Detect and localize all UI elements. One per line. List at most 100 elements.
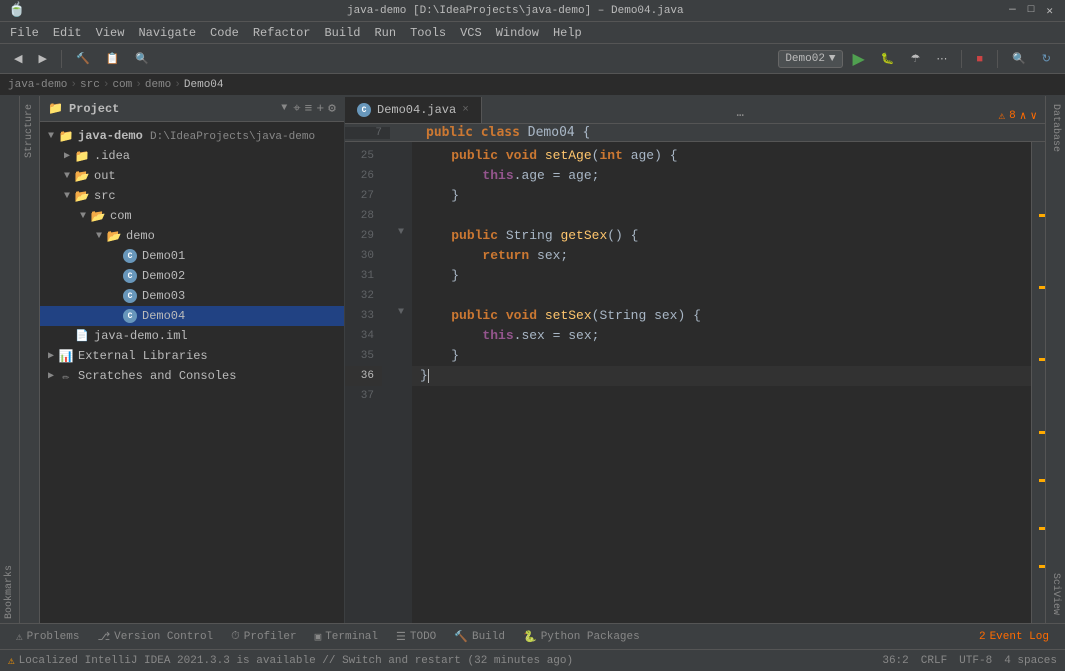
- warnings-badge[interactable]: ⚠ 8 ∧ ∨: [999, 109, 1037, 123]
- version-control-tab[interactable]: ⎇ Version Control: [89, 628, 221, 646]
- minimize-button[interactable]: —: [1005, 4, 1020, 18]
- code-area[interactable]: public void setAge(int age) { this.age =…: [412, 142, 1031, 623]
- sciview-tab[interactable]: SciView: [1048, 569, 1063, 619]
- new-file-icon[interactable]: +: [316, 101, 324, 116]
- collapse-all-icon[interactable]: ≡: [305, 101, 313, 116]
- ext-lib-icon: 📊: [58, 349, 74, 364]
- tree-demo[interactable]: ▼ 📂 demo: [40, 226, 344, 246]
- indent[interactable]: 4 spaces: [1004, 655, 1057, 667]
- python-packages-tab[interactable]: 🐍 Python Packages: [515, 628, 648, 646]
- menu-refactor[interactable]: Refactor: [247, 24, 317, 42]
- breadcrumb-project[interactable]: java-demo: [8, 79, 67, 91]
- src-expand-arrow: ▼: [60, 191, 74, 202]
- toolbar-separator-2: [961, 50, 962, 68]
- event-log-tab[interactable]: 2 Event Log: [971, 629, 1057, 645]
- problems-label: Problems: [27, 631, 80, 643]
- tree-idea[interactable]: ▶ 📁 .idea: [40, 146, 344, 166]
- project-dropdown-arrow[interactable]: ▼: [281, 103, 287, 114]
- line-ending[interactable]: CRLF: [921, 655, 947, 667]
- root-name: java-demo D:\IdeaProjects\java-demo: [78, 129, 315, 143]
- run-button[interactable]: ▶: [847, 48, 871, 70]
- run-with-coverage[interactable]: ☂: [905, 48, 927, 70]
- idea-folder-name: .idea: [94, 149, 130, 163]
- iml-file-icon: 📄: [74, 329, 90, 343]
- status-message[interactable]: Localized IntelliJ IDEA 2021.3.3 is avai…: [19, 655, 574, 667]
- cursor-position[interactable]: 36:2: [882, 655, 908, 667]
- root-expand-arrow: ▼: [44, 131, 58, 142]
- menu-code[interactable]: Code: [204, 24, 245, 42]
- tree-scratches[interactable]: ▶ ✏ Scratches and Consoles: [40, 366, 344, 386]
- menu-run[interactable]: Run: [368, 24, 402, 42]
- tab-options-icon[interactable]: ⋯: [737, 108, 744, 123]
- gutter-31: [390, 262, 412, 282]
- scroll-to-source-icon[interactable]: ⌖: [293, 101, 300, 116]
- tree-out[interactable]: ▼ 📂 out: [40, 166, 344, 186]
- more-run-options[interactable]: ⋯: [930, 48, 953, 70]
- tree-demo03[interactable]: C Demo03: [40, 286, 344, 306]
- linenum-31: 31: [345, 266, 382, 286]
- menu-vcs[interactable]: VCS: [454, 24, 488, 42]
- problems-tab[interactable]: ⚠ Problems: [8, 628, 87, 646]
- debug-button[interactable]: 🐛: [875, 48, 901, 70]
- demo02-java-icon: C: [122, 269, 138, 283]
- update-button[interactable]: ↻: [1036, 48, 1057, 70]
- forward-button[interactable]: ▶: [32, 48, 52, 70]
- menu-build[interactable]: Build: [318, 24, 366, 42]
- tree-iml[interactable]: 📄 java-demo.iml: [40, 326, 344, 346]
- maximize-button[interactable]: □: [1024, 4, 1039, 18]
- build-button[interactable]: 🔨: [70, 48, 96, 70]
- scroll-mark-6: [1039, 527, 1045, 530]
- recent-files-button[interactable]: 📋: [100, 48, 126, 70]
- bottom-right: 2 Event Log: [971, 629, 1057, 645]
- build-tab[interactable]: 🔨 Build: [446, 628, 513, 646]
- breadcrumb-com[interactable]: com: [112, 79, 132, 91]
- code-line-28: [412, 206, 1031, 226]
- database-tab[interactable]: Database: [1048, 100, 1063, 156]
- tab-close-button[interactable]: ×: [462, 104, 469, 116]
- tab-file-icon: C: [357, 103, 371, 117]
- terminal-tab[interactable]: ▣ Terminal: [307, 628, 386, 646]
- run-configuration[interactable]: Demo02 ▼: [778, 50, 842, 68]
- tree-demo04[interactable]: C Demo04: [40, 306, 344, 326]
- back-button[interactable]: ◀: [8, 48, 28, 70]
- menu-view[interactable]: View: [90, 24, 131, 42]
- tree-com[interactable]: ▼ 📂 com: [40, 206, 344, 226]
- menu-file[interactable]: File: [4, 24, 45, 42]
- encoding[interactable]: UTF-8: [959, 655, 992, 667]
- menu-help[interactable]: Help: [547, 24, 588, 42]
- tree-demo01[interactable]: C Demo01: [40, 246, 344, 266]
- structure-tab[interactable]: Structure: [22, 100, 37, 162]
- close-button[interactable]: ✕: [1042, 4, 1057, 18]
- tree-src[interactable]: ▼ 📂 src: [40, 186, 344, 206]
- bookmarks-label[interactable]: Bookmarks: [4, 565, 15, 619]
- demo01-java-icon: C: [122, 249, 138, 263]
- menu-edit[interactable]: Edit: [47, 24, 88, 42]
- menu-window[interactable]: Window: [490, 24, 545, 42]
- build-label: Build: [472, 631, 505, 643]
- breadcrumb-src[interactable]: src: [80, 79, 100, 91]
- tree-root[interactable]: ▼ 📁 java-demo D:\IdeaProjects\java-demo: [40, 126, 344, 146]
- settings-icon[interactable]: ⚙: [328, 101, 336, 116]
- find-button[interactable]: 🔍: [1006, 48, 1032, 70]
- menu-tools[interactable]: Tools: [404, 24, 452, 42]
- editor-scrollbar[interactable]: [1031, 142, 1045, 623]
- breadcrumb-demo[interactable]: demo: [145, 79, 171, 91]
- linenum-35: 35: [345, 346, 382, 366]
- profiler-tab[interactable]: ⏱ Profiler: [223, 629, 304, 645]
- tree-external-libraries[interactable]: ▶ 📊 External Libraries: [40, 346, 344, 366]
- search-everywhere-button[interactable]: 🔍: [129, 48, 155, 70]
- menu-navigate[interactable]: Navigate: [132, 24, 202, 42]
- bottom-toolbar: ⚠ Problems ⎇ Version Control ⏱ Profiler …: [0, 623, 1065, 649]
- stop-button[interactable]: ■: [970, 48, 989, 70]
- demo04-tab[interactable]: C Demo04.java ×: [345, 97, 482, 123]
- demo-expand-arrow: ▼: [92, 231, 106, 242]
- linenum-37: 37: [345, 386, 382, 406]
- terminal-icon: ▣: [315, 630, 322, 644]
- title-bar-left: 🍵: [8, 2, 25, 19]
- code-line-33: public void setSex(String sex) {: [412, 306, 1031, 326]
- header-code-content: public class Demo04 {: [418, 125, 590, 140]
- linenum-34: 34: [345, 326, 382, 346]
- todo-tab[interactable]: ☰ TODO: [388, 628, 444, 646]
- code-line-32: [412, 286, 1031, 306]
- tree-demo02[interactable]: C Demo02: [40, 266, 344, 286]
